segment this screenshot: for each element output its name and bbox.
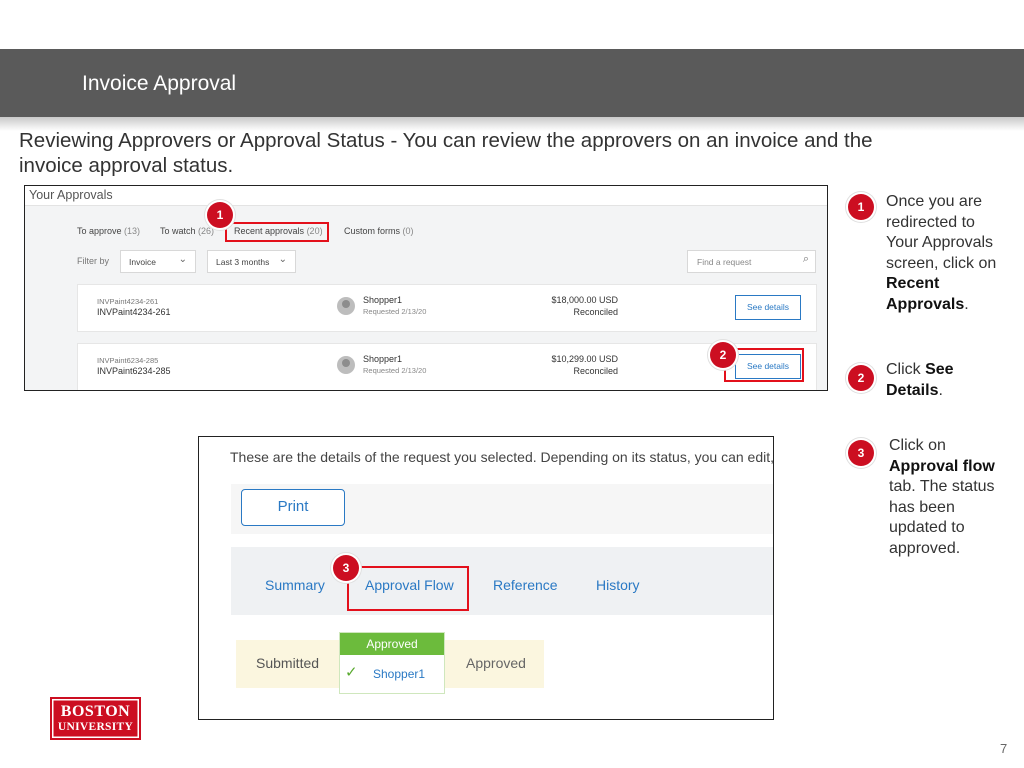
row-requested: Requested 2/13/20 — [363, 366, 427, 375]
step-3-bold: Approval flow — [889, 457, 995, 475]
flow-submitted-label: Submitted — [256, 655, 320, 671]
step-1-body: Once you are redirected to Your Approval… — [886, 193, 997, 272]
step-2-body: Click — [886, 361, 926, 378]
row-id-small: INVPaint6234-285 — [97, 356, 159, 365]
approver-card-status: Approved — [340, 633, 444, 655]
search-placeholder: Find a request — [697, 257, 752, 267]
step-1-period: . — [964, 295, 969, 313]
tab-to-watch[interactable]: To watch (26) — [160, 226, 214, 236]
slide-title: Invoice Approval — [82, 72, 237, 95]
row-requested: Requested 2/13/20 — [363, 307, 427, 316]
boston-university-logo: BOSTON UNIVERSITY — [50, 697, 141, 740]
highlight-recent-approvals — [225, 222, 329, 242]
step-badge-3: 3 — [848, 440, 874, 466]
approver-name: Shopper1 — [373, 667, 426, 681]
avatar-icon — [337, 297, 355, 315]
tab-custom-forms[interactable]: Custom forms (0) — [344, 226, 414, 236]
row-status: Reconciled — [573, 366, 618, 376]
highlight-approval-flow — [347, 566, 469, 611]
request-details-screenshot: These are the details of the request you… — [198, 436, 774, 720]
your-approvals-title: Your Approvals — [29, 188, 113, 202]
tab-to-approve[interactable]: To approve (13) — [77, 226, 140, 236]
dropdown-value: Last 3 months — [216, 257, 270, 267]
highlight-see-details — [724, 348, 804, 382]
logo-line-1: BOSTON — [60, 703, 131, 720]
step-2-period: . — [938, 381, 943, 399]
avatar-icon — [337, 356, 355, 374]
tab-count: (0) — [402, 226, 414, 236]
tab-reference[interactable]: Reference — [493, 577, 558, 593]
step-1-bold: Recent Approvals — [886, 275, 965, 313]
step-badge-1: 1 — [848, 194, 874, 220]
print-button[interactable]: Print — [241, 489, 345, 526]
step-badge-2: 2 — [848, 365, 874, 391]
filter-period-dropdown[interactable]: Last 3 months ⌄ — [207, 250, 296, 273]
tab-summary[interactable]: Summary — [265, 577, 325, 593]
tab-label: Custom forms — [344, 226, 401, 236]
callout-badge-1: 1 — [207, 202, 233, 228]
row-amount: $10,299.00 USD — [551, 354, 618, 364]
tab-history[interactable]: History — [596, 577, 640, 593]
callout-badge-2: 2 — [710, 342, 736, 368]
row-shopper: Shopper1 — [363, 295, 403, 305]
row-id: INVPaint4234-261 — [97, 307, 171, 317]
page-number: 7 — [1000, 741, 1008, 756]
row-amount: $18,000.00 USD — [551, 295, 618, 305]
your-approvals-screenshot: Your Approvals To approve (13) To watch … — [24, 185, 828, 391]
approver-card: Approved ✓ Shopper1 — [339, 632, 445, 694]
row-id: INVPaint6234-285 — [97, 366, 171, 376]
search-icon: ⌕ — [802, 253, 809, 265]
chevron-down-icon: ⌄ — [178, 254, 187, 265]
approval-row: INVPaint4234-261 INVPaint4234-261 Shoppe… — [77, 284, 817, 332]
row-shopper: Shopper1 — [363, 354, 403, 364]
filter-label: Filter by — [77, 256, 110, 266]
tab-count: (13) — [124, 226, 141, 236]
approval-row: INVPaint6234-285 INVPaint6234-285 Shoppe… — [77, 343, 817, 390]
step-3-text: Click on Approval flow tab. The status h… — [889, 436, 1014, 559]
row-status: Reconciled — [573, 307, 618, 317]
callout-badge-3: 3 — [333, 555, 359, 581]
flow-final-status: Approved — [466, 655, 526, 671]
step-2-text: Click See Details. — [886, 360, 1011, 401]
find-request-input[interactable]: Find a request ⌕ — [687, 250, 816, 273]
filter-type-dropdown[interactable]: Invoice ⌄ — [120, 250, 196, 273]
details-description: These are the details of the request you… — [230, 449, 774, 465]
step-3-post: tab. The status has been updated to appr… — [889, 478, 995, 557]
chevron-down-icon: ⌄ — [278, 254, 287, 265]
tab-label: To approve — [77, 226, 122, 236]
tab-count: (26) — [198, 226, 215, 236]
intro-text: Reviewing Approvers or Approval Status -… — [19, 129, 873, 177]
step-1-text: Once you are redirected to Your Approval… — [886, 192, 1011, 315]
dropdown-value: Invoice — [129, 257, 156, 267]
logo-line-2: UNIVERSITY — [57, 721, 134, 733]
your-approvals-header: Your Approvals — [25, 186, 827, 206]
tab-label: To watch — [160, 226, 196, 236]
see-details-button[interactable]: See details — [735, 295, 801, 320]
row-id-small: INVPaint4234-261 — [97, 297, 159, 306]
check-icon: ✓ — [345, 664, 358, 681]
step-3-body: Click on — [889, 437, 946, 454]
